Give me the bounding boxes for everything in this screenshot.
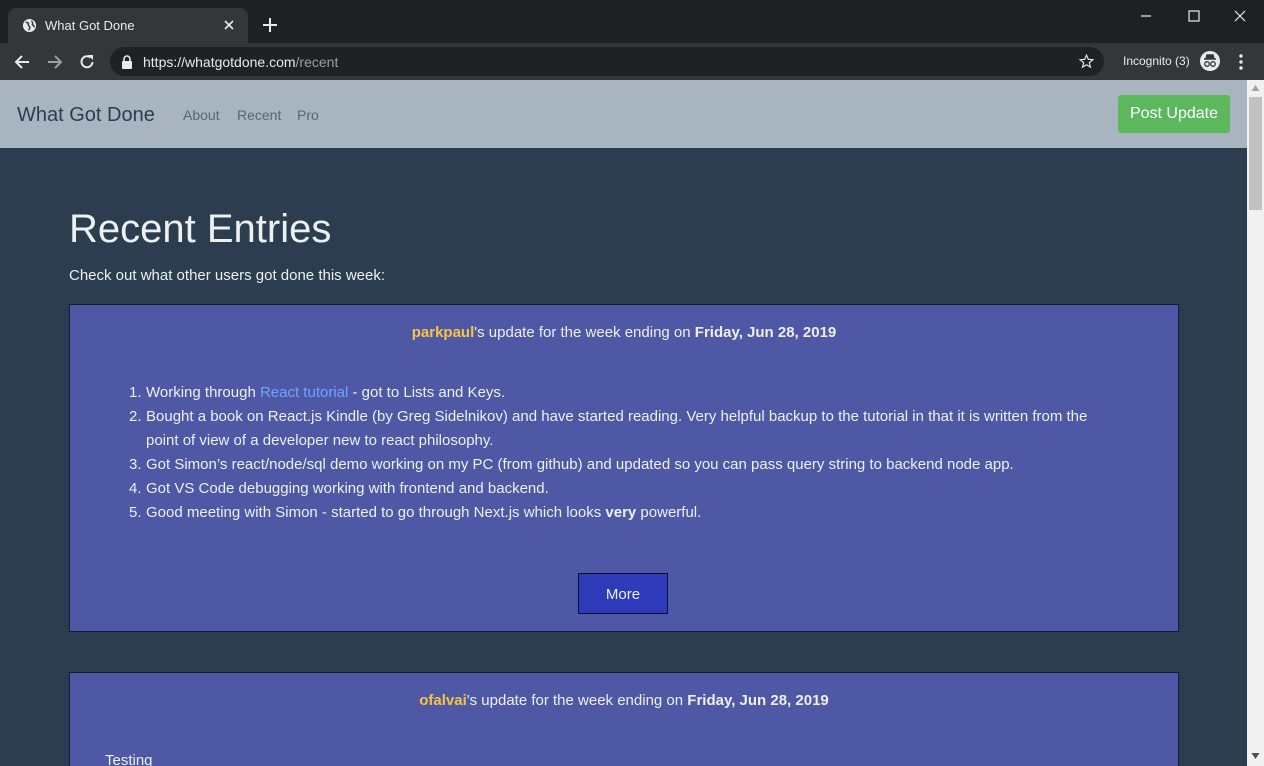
more-button[interactable]: More — [578, 573, 668, 614]
page-viewport: What Got Done About Recent Pro Post Upda… — [0, 80, 1247, 766]
url-text: https://whatgotdone.com/recent — [143, 54, 339, 70]
react-tutorial-link[interactable]: React tutorial — [260, 384, 348, 401]
globe-icon — [22, 18, 37, 33]
browser-titlebar: What Got Done — [0, 0, 1264, 43]
page-subtitle: Check out what other users got done this… — [69, 267, 386, 284]
entry-text: Testing — [105, 752, 153, 766]
close-window-icon[interactable] — [1228, 6, 1252, 26]
incognito-icon[interactable] — [1199, 50, 1221, 72]
entry-list: 1. Working through React tutorial - got t… — [129, 381, 1136, 525]
forward-icon[interactable] — [45, 52, 65, 72]
entry-header: ofalvai's update for the week ending on … — [419, 692, 829, 709]
post-update-button[interactable]: Post Update — [1118, 95, 1230, 133]
new-tab-icon[interactable] — [260, 15, 280, 35]
page-title: Recent Entries — [69, 207, 332, 251]
entry-card: ofalvai's update for the week ending on … — [69, 672, 1179, 766]
list-item: 2. Bought a book on React.js Kindle (by G… — [129, 408, 1088, 449]
entry-date: Friday, Jun 28, 2019 — [687, 692, 829, 709]
list-item: 3. Got Simon’s react/node/sql demo workin… — [129, 456, 1014, 473]
browser-toolbar: https://whatgotdone.com/recent Incognito… — [0, 43, 1264, 80]
entry-username[interactable]: ofalvai — [419, 692, 467, 709]
address-bar[interactable]: https://whatgotdone.com/recent — [110, 47, 1104, 76]
bookmark-star-icon[interactable] — [1078, 53, 1095, 70]
browser-menu-icon[interactable] — [1233, 52, 1249, 72]
entry-date: Friday, Jun 28, 2019 — [694, 324, 837, 341]
page-scrollbar[interactable] — [1247, 80, 1264, 766]
entry-card: parkpaul's update for the week ending on… — [69, 304, 1179, 632]
site-brand[interactable]: What Got Done — [17, 104, 155, 127]
scroll-down-arrow-icon[interactable] — [1251, 752, 1260, 760]
scroll-thumb[interactable] — [1249, 97, 1262, 210]
entry-username[interactable]: parkpaul — [412, 324, 475, 341]
lock-icon — [122, 55, 132, 69]
minimize-icon[interactable] — [1134, 6, 1158, 26]
maximize-icon[interactable] — [1182, 6, 1206, 26]
entry-header: parkpaul's update for the week ending on… — [411, 324, 837, 341]
scroll-up-arrow-icon[interactable] — [1251, 84, 1260, 92]
nav-about[interactable]: About — [183, 107, 220, 123]
list-item: 5. Good meeting with Simon - started to g… — [129, 504, 702, 521]
reload-icon[interactable] — [77, 52, 97, 72]
close-tab-icon[interactable] — [220, 16, 238, 34]
tab-title: What Got Done — [45, 18, 135, 33]
nav-pro[interactable]: Pro — [297, 107, 319, 123]
site-navbar: What Got Done About Recent Pro Post Upda… — [0, 80, 1247, 148]
incognito-label: Incognito (3) — [1123, 54, 1190, 68]
list-item: 4. Got VS Code debugging working with fro… — [129, 480, 549, 497]
back-icon[interactable] — [12, 52, 32, 72]
nav-recent[interactable]: Recent — [237, 107, 281, 123]
browser-tab[interactable]: What Got Done — [8, 8, 248, 43]
list-item: 1. Working through React tutorial - got t… — [129, 384, 506, 401]
